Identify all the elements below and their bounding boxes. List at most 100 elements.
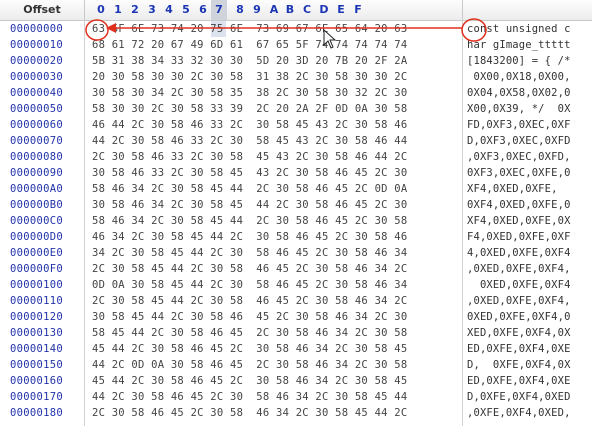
row-hex-bytes[interactable]: 63 6F 6E 73 74 20 75 6E 73 69 67 6E 65 6… bbox=[92, 21, 407, 37]
row-text[interactable]: XF4,0XED,0XFE, bbox=[467, 181, 571, 197]
row-hex-bytes[interactable]: 46 44 2C 30 58 46 33 2C 30 58 45 43 2C 3… bbox=[92, 117, 407, 133]
hex-row[interactable]: 00000020 5B 31 38 34 33 32 30 30 5D 20 3D… bbox=[0, 53, 592, 69]
row-text[interactable]: ED,0XFE,0XF4,0XE bbox=[467, 373, 571, 389]
row-text[interactable]: ,0XF3,0XEC,0XFD, bbox=[467, 149, 571, 165]
column-header-3: 3 bbox=[148, 3, 156, 16]
column-header-F: F bbox=[354, 3, 362, 16]
hex-row[interactable]: 000000C0 58 46 34 2C 30 58 45 44 2C 30 58… bbox=[0, 213, 592, 229]
row-offset: 00000100 bbox=[10, 279, 63, 291]
row-text[interactable]: 0XED,0XFE,0XF4 bbox=[467, 277, 571, 293]
row-text[interactable]: XF4,0XED,0XFE,0X bbox=[467, 213, 571, 229]
row-text[interactable]: const unsigned c bbox=[467, 21, 571, 37]
row-text[interactable]: D,0XF3,0XEC,0XFD bbox=[467, 133, 571, 149]
row-offset: 000000D0 bbox=[10, 231, 63, 243]
column-header-D: D bbox=[319, 3, 329, 16]
row-text[interactable]: 0X00,0X18,0X00, bbox=[467, 69, 571, 85]
row-hex-bytes[interactable]: 30 58 46 33 2C 30 58 45 43 2C 30 58 46 4… bbox=[92, 165, 407, 181]
row-hex-bytes[interactable]: 2C 30 58 45 44 2C 30 58 46 45 2C 30 58 4… bbox=[92, 293, 407, 309]
row-text[interactable]: D, 0XFE,0XF4,0X bbox=[467, 357, 571, 373]
hex-row[interactable]: 000000E0 34 2C 30 58 45 44 2C 30 58 46 45… bbox=[0, 245, 592, 261]
hex-row[interactable]: 00000070 44 2C 30 58 46 33 2C 30 58 45 43… bbox=[0, 133, 592, 149]
row-hex-bytes[interactable]: 34 2C 30 58 45 44 2C 30 58 46 45 2C 30 5… bbox=[92, 245, 407, 261]
hex-row[interactable]: 00000110 2C 30 58 45 44 2C 30 58 46 45 2C… bbox=[0, 293, 592, 309]
row-hex-bytes[interactable]: 2C 30 58 45 44 2C 30 58 46 45 2C 30 58 4… bbox=[92, 261, 407, 277]
row-text[interactable]: ,0XED,0XFE,0XF4, bbox=[467, 293, 571, 309]
row-hex-bytes[interactable]: 44 2C 30 58 46 45 2C 30 58 46 34 2C 30 5… bbox=[92, 389, 407, 405]
hex-row[interactable]: 00000090 30 58 46 33 2C 30 58 45 43 2C 30… bbox=[0, 165, 592, 181]
row-offset: 00000140 bbox=[10, 343, 63, 355]
hex-row[interactable]: 00000040 30 58 30 34 2C 30 58 35 38 2C 30… bbox=[0, 85, 592, 101]
hex-row[interactable]: 00000180 2C 30 58 46 45 2C 30 58 46 34 2C… bbox=[0, 405, 592, 421]
row-text[interactable]: D,0XFE,0XF4,0XED bbox=[467, 389, 571, 405]
row-text[interactable]: ,0XED,0XFE,0XF4, bbox=[467, 261, 571, 277]
row-text[interactable]: FD,0XF3,0XEC,0XF bbox=[467, 117, 571, 133]
hex-row[interactable]: 00000160 45 44 2C 30 58 46 45 2C 30 58 46… bbox=[0, 373, 592, 389]
row-text[interactable]: har gImage_ttttt bbox=[467, 37, 571, 53]
text-pane-divider bbox=[462, 0, 463, 20]
row-hex-bytes[interactable]: 58 30 30 2C 30 58 33 39 2C 20 2A 2F 0D 0… bbox=[92, 101, 407, 117]
hex-row[interactable]: 00000170 44 2C 30 58 46 45 2C 30 58 46 34… bbox=[0, 389, 592, 405]
hex-row[interactable]: 00000030 20 30 58 30 30 2C 30 58 31 38 2C… bbox=[0, 69, 592, 85]
row-hex-bytes[interactable]: 44 2C 0D 0A 30 58 46 45 2C 30 58 46 34 2… bbox=[92, 357, 407, 373]
row-text[interactable]: XED,0XFE,0XF4,0X bbox=[467, 325, 571, 341]
row-hex-bytes[interactable]: 2C 30 58 46 45 2C 30 58 46 34 2C 30 58 4… bbox=[92, 405, 407, 421]
row-text[interactable]: 0XF4,0XED,0XFE,0 bbox=[467, 197, 571, 213]
row-text[interactable]: 0X04,0X58,0X02,0 bbox=[467, 85, 571, 101]
column-header-8: 8 bbox=[236, 3, 244, 16]
row-hex-bytes[interactable]: 30 58 46 34 2C 30 58 45 44 2C 30 58 46 4… bbox=[92, 197, 407, 213]
hex-row[interactable]: 000000A0 58 46 34 2C 30 58 45 44 2C 30 58… bbox=[0, 181, 592, 197]
column-header-5: 5 bbox=[182, 3, 190, 16]
row-hex-bytes[interactable]: 58 46 34 2C 30 58 45 44 2C 30 58 46 45 2… bbox=[92, 181, 407, 197]
row-offset: 00000020 bbox=[10, 55, 63, 67]
hex-row[interactable]: 00000100 0D 0A 30 58 45 44 2C 30 58 46 45… bbox=[0, 277, 592, 293]
row-offset: 00000110 bbox=[10, 295, 63, 307]
row-text[interactable]: ,0XFE,0XF4,0XED, bbox=[467, 405, 571, 421]
row-text[interactable]: ED,0XFE,0XF4,0XE bbox=[467, 341, 571, 357]
row-hex-bytes[interactable]: 44 2C 30 58 46 33 2C 30 58 45 43 2C 30 5… bbox=[92, 133, 407, 149]
hex-row[interactable]: 00000130 58 45 44 2C 30 58 46 45 2C 30 58… bbox=[0, 325, 592, 341]
row-hex-bytes[interactable]: 58 45 44 2C 30 58 46 45 2C 30 58 46 34 2… bbox=[92, 325, 407, 341]
hex-row[interactable]: 00000120 30 58 45 44 2C 30 58 46 45 2C 30… bbox=[0, 309, 592, 325]
row-offset: 00000160 bbox=[10, 375, 63, 387]
column-header-C: C bbox=[302, 3, 312, 16]
row-hex-bytes[interactable]: 5B 31 38 34 33 32 30 30 5D 20 3D 20 7B 2… bbox=[92, 53, 407, 69]
column-header-1: 1 bbox=[114, 3, 122, 16]
row-hex-bytes[interactable]: 30 58 45 44 2C 30 58 46 45 2C 30 58 46 3… bbox=[92, 309, 407, 325]
hex-row[interactable]: 00000150 44 2C 0D 0A 30 58 46 45 2C 30 58… bbox=[0, 357, 592, 373]
row-text[interactable]: [1843200] = { /* bbox=[467, 53, 571, 69]
row-hex-bytes[interactable]: 2C 30 58 46 33 2C 30 58 45 43 2C 30 58 4… bbox=[92, 149, 407, 165]
hex-row[interactable]: 000000F0 2C 30 58 45 44 2C 30 58 46 45 2C… bbox=[0, 261, 592, 277]
hex-row[interactable]: 00000080 2C 30 58 46 33 2C 30 58 45 43 2C… bbox=[0, 149, 592, 165]
row-offset: 00000060 bbox=[10, 119, 63, 131]
row-text[interactable]: 4,0XED,0XFE,0XF4 bbox=[467, 245, 571, 261]
row-hex-bytes[interactable]: 68 61 72 20 67 49 6D 61 67 65 5F 74 74 7… bbox=[92, 37, 407, 53]
column-header-7: 7 bbox=[211, 0, 227, 20]
row-offset: 00000000 bbox=[10, 23, 63, 35]
row-hex-bytes[interactable]: 30 58 30 34 2C 30 58 35 38 2C 30 58 30 3… bbox=[92, 85, 407, 101]
column-header-2: 2 bbox=[131, 3, 139, 16]
row-offset: 000000A0 bbox=[10, 183, 63, 195]
hex-row[interactable]: 00000050 58 30 30 2C 30 58 33 39 2C 20 2A… bbox=[0, 101, 592, 117]
hex-row[interactable]: 00000060 46 44 2C 30 58 46 33 2C 30 58 45… bbox=[0, 117, 592, 133]
row-offset: 000000F0 bbox=[10, 263, 63, 275]
row-hex-bytes[interactable]: 58 46 34 2C 30 58 45 44 2C 30 58 46 45 2… bbox=[92, 213, 407, 229]
row-offset: 00000130 bbox=[10, 327, 63, 339]
row-offset: 000000C0 bbox=[10, 215, 63, 227]
row-hex-bytes[interactable]: 46 34 2C 30 58 45 44 2C 30 58 46 45 2C 3… bbox=[92, 229, 407, 245]
row-hex-bytes[interactable]: 45 44 2C 30 58 46 45 2C 30 58 46 34 2C 3… bbox=[92, 341, 407, 357]
row-hex-bytes[interactable]: 20 30 58 30 30 2C 30 58 31 38 2C 30 58 3… bbox=[92, 69, 407, 85]
hex-row[interactable]: 000000D0 46 34 2C 30 58 45 44 2C 30 58 46… bbox=[0, 229, 592, 245]
column-header-A: A bbox=[269, 3, 279, 16]
row-hex-bytes[interactable]: 45 44 2C 30 58 46 45 2C 30 58 46 34 2C 3… bbox=[92, 373, 407, 389]
row-text[interactable]: X00,0X39, */ 0X bbox=[467, 101, 571, 117]
hex-row[interactable]: 00000010 68 61 72 20 67 49 6D 61 67 65 5F… bbox=[0, 37, 592, 53]
hex-row[interactable]: 00000140 45 44 2C 30 58 46 45 2C 30 58 46… bbox=[0, 341, 592, 357]
row-text[interactable]: 0XED,0XFE,0XF4,0 bbox=[467, 309, 571, 325]
hex-row[interactable]: 00000000 63 6F 6E 73 74 20 75 6E 73 69 67… bbox=[0, 21, 592, 37]
row-text[interactable]: 0XF3,0XEC,0XFE,0 bbox=[467, 165, 571, 181]
hex-row[interactable]: 000000B0 30 58 46 34 2C 30 58 45 44 2C 30… bbox=[0, 197, 592, 213]
column-header-0: 0 bbox=[97, 3, 105, 16]
row-hex-bytes[interactable]: 0D 0A 30 58 45 44 2C 30 58 46 45 2C 30 5… bbox=[92, 277, 407, 293]
offset-header: Offset bbox=[0, 0, 85, 20]
row-text[interactable]: F4,0XED,0XFE,0XF bbox=[467, 229, 571, 245]
